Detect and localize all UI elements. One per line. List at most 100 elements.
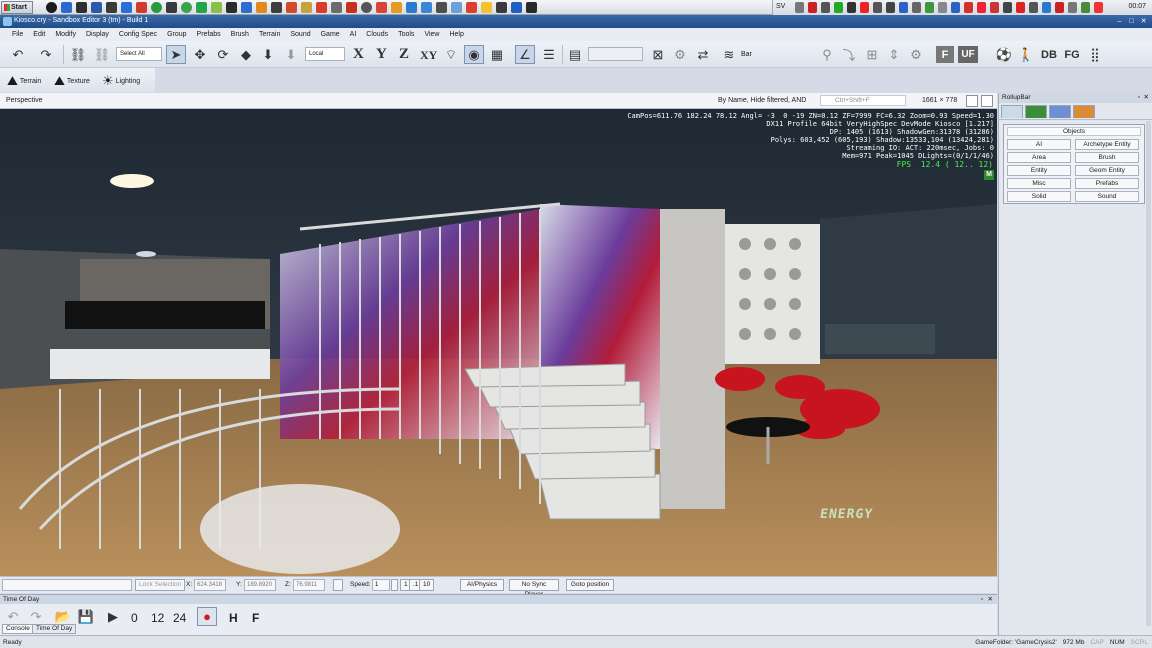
tray-icon-18[interactable]: [1016, 2, 1025, 13]
tray-icon-1[interactable]: [795, 2, 804, 13]
menu-edit[interactable]: Edit: [28, 28, 50, 41]
tray-icon-12[interactable]: [938, 2, 947, 13]
app-icon-28[interactable]: [451, 2, 462, 13]
menu-brush[interactable]: Brush: [226, 28, 254, 41]
app-icon-5[interactable]: [106, 2, 117, 13]
tray-icon-4[interactable]: [834, 2, 843, 13]
h-button[interactable]: H: [229, 611, 238, 625]
app-icon-8[interactable]: [151, 2, 162, 13]
app-icon-9[interactable]: [166, 2, 177, 13]
menu-file[interactable]: File: [7, 28, 28, 41]
menu-clouds[interactable]: Clouds: [361, 28, 393, 41]
measure-icon[interactable]: ⚲: [819, 45, 835, 64]
app-icon-12[interactable]: [211, 2, 222, 13]
tray-icon-8[interactable]: [886, 2, 895, 13]
tray-icon-6[interactable]: [860, 2, 869, 13]
tray-icon-22[interactable]: [1068, 2, 1077, 13]
tray-icon-16[interactable]: [990, 2, 999, 13]
3d-viewport[interactable]: CamPos=611.76 182.24 78.12 Angl= -3 0 -1…: [0, 109, 997, 576]
panel-pin-icon[interactable]: ▫: [981, 595, 983, 604]
f-button-tod[interactable]: F: [252, 611, 259, 625]
grid-icon[interactable]: ▦: [487, 45, 507, 64]
soccer-ball-icon[interactable]: ⚽: [996, 45, 1012, 64]
app-icon-7[interactable]: [136, 2, 147, 13]
layers-list-icon[interactable]: ▤: [566, 45, 584, 64]
app-icon-32[interactable]: [511, 2, 522, 13]
sound-button[interactable]: Sound: [1075, 191, 1139, 202]
axis-y-button[interactable]: Y: [376, 46, 387, 63]
height-icon[interactable]: ⇕: [886, 45, 902, 64]
axis-xy-button[interactable]: XY: [420, 48, 437, 63]
modify-tab-icon[interactable]: [1049, 105, 1071, 118]
app-icon-3[interactable]: [76, 2, 87, 13]
tray-icon-10[interactable]: [912, 2, 921, 13]
move-tool-icon[interactable]: ✥: [190, 45, 210, 64]
snap-to-terrain-icon[interactable]: ⬇: [258, 45, 278, 64]
no-sync-player-button[interactable]: No Sync Player: [509, 579, 559, 598]
menu-view[interactable]: View: [419, 28, 444, 41]
speed-field[interactable]: 1: [372, 579, 390, 591]
goto-position-button[interactable]: Goto position: [566, 579, 614, 591]
viewport-search-input[interactable]: Ctrl+Shift+F: [820, 95, 906, 106]
minimize-button[interactable]: –: [1115, 17, 1124, 26]
maximize-button[interactable]: □: [1127, 17, 1136, 26]
app-icon-10[interactable]: [181, 2, 192, 13]
close-button[interactable]: ✕: [1139, 17, 1148, 26]
geom-entity-button[interactable]: Geom Entity: [1075, 165, 1139, 176]
app-icon-4[interactable]: [91, 2, 102, 13]
tray-icon-24[interactable]: [1094, 2, 1103, 13]
app-icon-13[interactable]: [226, 2, 237, 13]
link-icon[interactable]: ⛓: [68, 45, 88, 64]
app-icon-1[interactable]: [46, 2, 57, 13]
texture-button[interactable]: ⛰ Texture: [54, 73, 90, 89]
layer-combo[interactable]: [588, 47, 643, 61]
lighting-button[interactable]: ☀ Lighting: [102, 73, 140, 89]
record-icon[interactable]: ●: [197, 607, 217, 626]
undo-icon[interactable]: ↶: [8, 45, 28, 64]
archetype-entity-button[interactable]: Archetype Entity: [1075, 139, 1139, 150]
app-icon-30[interactable]: [481, 2, 492, 13]
app-icon-15[interactable]: [256, 2, 267, 13]
tray-icon-21[interactable]: [1055, 2, 1064, 13]
menu-display[interactable]: Display: [81, 28, 114, 41]
viewport-filter-label[interactable]: By Name, Hide filtered, AND: [718, 97, 806, 104]
app-icon-26[interactable]: [421, 2, 432, 13]
y-position-field[interactable]: 189.8920: [244, 579, 276, 591]
axis-x-button[interactable]: X: [353, 46, 364, 63]
app-icon-23[interactable]: [376, 2, 387, 13]
app-icon-20[interactable]: [331, 2, 342, 13]
time-0-button[interactable]: 0: [131, 611, 138, 625]
tray-icon-9[interactable]: [899, 2, 908, 13]
app-icon-25[interactable]: [406, 2, 417, 13]
entity-button[interactable]: Entity: [1007, 165, 1071, 176]
terrain-button[interactable]: ⛰ Terrain: [7, 73, 41, 89]
tray-icon-2[interactable]: [808, 2, 817, 13]
pipes-icon[interactable]: ⊞: [864, 45, 880, 64]
menu-help[interactable]: Help: [444, 28, 468, 41]
app-icon-27[interactable]: [436, 2, 447, 13]
x-position-field[interactable]: 624.3418: [194, 579, 226, 591]
menu-sound[interactable]: Sound: [285, 28, 315, 41]
menu-group[interactable]: Group: [162, 28, 191, 41]
person-icon[interactable]: 🚶: [1018, 45, 1034, 64]
menu-game[interactable]: Game: [316, 28, 345, 41]
app-icon-24[interactable]: [391, 2, 402, 13]
export-icon[interactable]: ⇄: [694, 45, 712, 64]
app-icon-14[interactable]: [241, 2, 252, 13]
tray-icon-23[interactable]: [1081, 2, 1090, 13]
objects-panel-title[interactable]: Objects: [1007, 127, 1141, 136]
app-icon-16[interactable]: [271, 2, 282, 13]
app-icon-22[interactable]: [361, 2, 372, 13]
area-button[interactable]: Area: [1007, 152, 1071, 163]
tray-icon-14[interactable]: [964, 2, 973, 13]
save-icon[interactable]: 💾: [77, 607, 95, 626]
lock-selection-button[interactable]: Lock Selection: [135, 579, 186, 591]
terrain-tab-icon[interactable]: [1025, 105, 1047, 118]
speed-10-button[interactable]: 10: [419, 579, 435, 591]
app-icon-11[interactable]: [196, 2, 207, 13]
time-24-button[interactable]: 24: [173, 611, 186, 625]
ai-physics-button[interactable]: AI/Physics: [460, 579, 504, 591]
physics-icon[interactable]: ⊠: [649, 45, 667, 64]
stack-icon[interactable]: ≋: [720, 45, 738, 64]
app-icon-17[interactable]: [286, 2, 297, 13]
